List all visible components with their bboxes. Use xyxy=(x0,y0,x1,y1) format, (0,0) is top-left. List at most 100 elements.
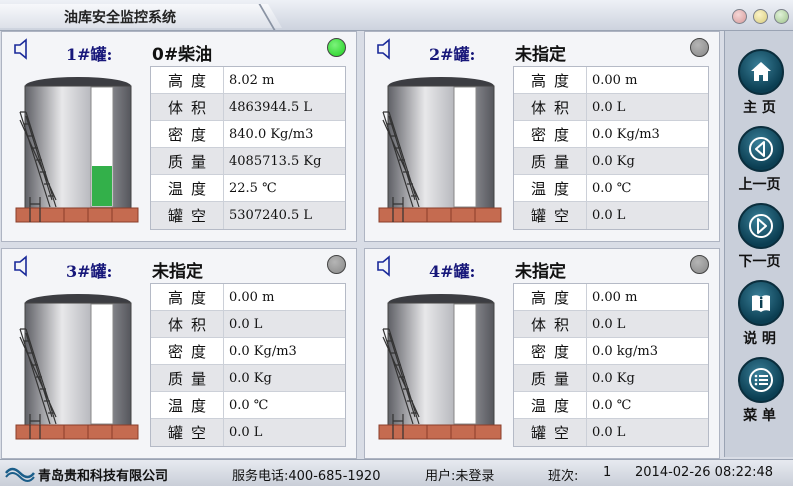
tank-graphic xyxy=(378,294,502,440)
speaker-icon[interactable] xyxy=(375,255,395,277)
table-row: 体积 0.0 L xyxy=(514,311,708,338)
field-value: 0.0 L xyxy=(229,316,263,332)
table-row: 质量 4085713.5 Kg xyxy=(151,148,345,175)
menu-button[interactable]: 菜 单 xyxy=(725,357,793,429)
field-label: 体积 xyxy=(514,94,587,120)
field-label: 温度 xyxy=(151,392,224,418)
speaker-icon[interactable] xyxy=(12,38,32,60)
field-label: 温度 xyxy=(514,392,587,418)
table-row: 体积 4863944.5 L xyxy=(151,94,345,121)
table-row: 高度 0.00 m xyxy=(151,284,345,311)
field-label: 体积 xyxy=(514,311,587,337)
field-value: 0.00 m xyxy=(592,72,638,88)
close-window-button[interactable] xyxy=(732,9,747,24)
company-name: 青岛贵和科技有限公司 xyxy=(38,469,169,484)
field-value: 0.0 ℃ xyxy=(229,397,269,413)
table-row: 温度 0.0 ℃ xyxy=(514,175,708,202)
field-label: 体积 xyxy=(151,94,224,120)
shift-value: 1 xyxy=(603,465,612,480)
field-label: 高度 xyxy=(514,67,587,93)
field-value: 0.0 ℃ xyxy=(592,180,632,196)
oil-type: 未指定 xyxy=(152,262,203,282)
nav-sidebar: 主 页 上一页 下一页 说 明 菜 单 xyxy=(724,31,793,457)
manual-label: 说 明 xyxy=(743,331,776,347)
field-label: 罐空 xyxy=(151,419,224,446)
table-row: 质量 0.0 Kg xyxy=(514,365,708,392)
field-value: 0.0 Kg/m3 xyxy=(592,126,660,142)
status-indicator xyxy=(690,38,709,57)
speaker-icon[interactable] xyxy=(12,255,32,277)
field-value: 0.0 L xyxy=(592,99,626,115)
field-value: 0.0 kg/m3 xyxy=(592,343,658,359)
field-label: 罐空 xyxy=(514,419,587,446)
status-bar: 青岛贵和科技有限公司 服务电话:400-685-1920 用户:未登录 班次: … xyxy=(0,459,793,486)
tank-data-table: 高度 0.00 m 体积 0.0 L 密度 0.0 kg/m3 质量 0.0 Kg 温度 0.0 … xyxy=(513,283,709,447)
table-row: 温度 0.0 ℃ xyxy=(151,392,345,419)
field-label: 质量 xyxy=(151,365,224,391)
field-label: 密度 xyxy=(151,121,224,147)
field-label: 密度 xyxy=(151,338,224,364)
field-value: 4085713.5 Kg xyxy=(229,153,322,169)
shift-label: 班次: xyxy=(548,469,579,484)
tank-panel-3: 3#罐: 未指定 高度 0.00 m 体积 0.0 L 密度 0.0 Kg/m3… xyxy=(1,248,357,459)
table-row: 密度 840.0 Kg/m3 xyxy=(151,121,345,148)
field-value: 0.0 L xyxy=(229,425,263,440)
field-value: 22.5 ℃ xyxy=(229,180,277,196)
manual-icon xyxy=(752,295,770,312)
field-value: 840.0 Kg/m3 xyxy=(229,126,314,142)
oil-type: 未指定 xyxy=(515,45,566,65)
status-indicator xyxy=(327,38,346,57)
table-row: 体积 0.0 L xyxy=(514,94,708,121)
table-row: 高度 8.02 m xyxy=(151,67,345,94)
next-page-button[interactable]: 下一页 xyxy=(725,203,793,275)
menu-label: 菜 单 xyxy=(743,408,776,424)
title-bar: 油库安全监控系统 xyxy=(0,0,793,31)
tank-data-table: 高度 8.02 m 体积 4863944.5 L 密度 840.0 Kg/m3 质量 4085… xyxy=(150,66,346,230)
tank-name: 3#罐: xyxy=(66,262,113,281)
field-label: 高度 xyxy=(151,284,224,310)
table-row: 质量 0.0 Kg xyxy=(151,365,345,392)
field-value: 0.0 L xyxy=(592,425,626,440)
tank-name: 2#罐: xyxy=(429,45,476,64)
status-indicator xyxy=(690,255,709,274)
field-label: 温度 xyxy=(151,175,224,201)
field-label: 温度 xyxy=(514,175,587,201)
tank-graphic xyxy=(15,294,139,440)
tank-name: 1#罐: xyxy=(66,45,113,64)
field-value: 0.0 Kg/m3 xyxy=(229,343,297,359)
field-value: 5307240.5 L xyxy=(229,208,313,223)
field-label: 密度 xyxy=(514,338,587,364)
oil-type: 未指定 xyxy=(515,262,566,282)
field-value: 0.00 m xyxy=(592,289,638,305)
home-button[interactable]: 主 页 xyxy=(725,49,793,121)
maximize-window-button[interactable] xyxy=(774,9,789,24)
field-label: 质量 xyxy=(514,365,587,391)
table-row: 密度 0.0 Kg/m3 xyxy=(514,121,708,148)
field-value: 0.0 ℃ xyxy=(592,397,632,413)
status-indicator xyxy=(327,255,346,274)
table-row: 温度 0.0 ℃ xyxy=(514,392,708,419)
datetime: 2014-02-26 08:22:48 xyxy=(635,465,774,480)
table-row: 质量 0.0 Kg xyxy=(514,148,708,175)
tank-panel-4: 4#罐: 未指定 高度 0.00 m 体积 0.0 L 密度 0.0 kg/m3… xyxy=(364,248,720,459)
tank-data-table: 高度 0.00 m 体积 0.0 L 密度 0.0 Kg/m3 质量 0.0 Kg 温度 0.0 … xyxy=(150,283,346,447)
speaker-icon[interactable] xyxy=(375,38,395,60)
home-icon xyxy=(751,62,771,81)
tank-panel-2: 2#罐: 未指定 高度 0.00 m 体积 0.0 L 密度 0.0 Kg/m3… xyxy=(364,31,720,242)
service-phone: 服务电话:400-685-1920 xyxy=(232,469,381,484)
prev-page-button[interactable]: 上一页 xyxy=(725,126,793,198)
prev-page-label: 上一页 xyxy=(738,177,781,193)
table-row: 罐空 0.0 L xyxy=(151,419,345,446)
field-label: 罐空 xyxy=(514,202,587,229)
field-label: 质量 xyxy=(514,148,587,174)
tank-graphic xyxy=(378,77,502,223)
tank-graphic xyxy=(15,77,139,223)
field-value: 4863944.5 L xyxy=(229,99,313,115)
field-label: 高度 xyxy=(514,284,587,310)
field-label: 密度 xyxy=(514,121,587,147)
manual-button[interactable]: 说 明 xyxy=(725,280,793,352)
table-row: 密度 0.0 Kg/m3 xyxy=(151,338,345,365)
minimize-window-button[interactable] xyxy=(753,9,768,24)
menu-icon xyxy=(749,368,773,392)
tank-panel-1: 1#罐: 0#柴油 高度 8.02 m 体积 4863944.5 L 密度 84… xyxy=(1,31,357,242)
